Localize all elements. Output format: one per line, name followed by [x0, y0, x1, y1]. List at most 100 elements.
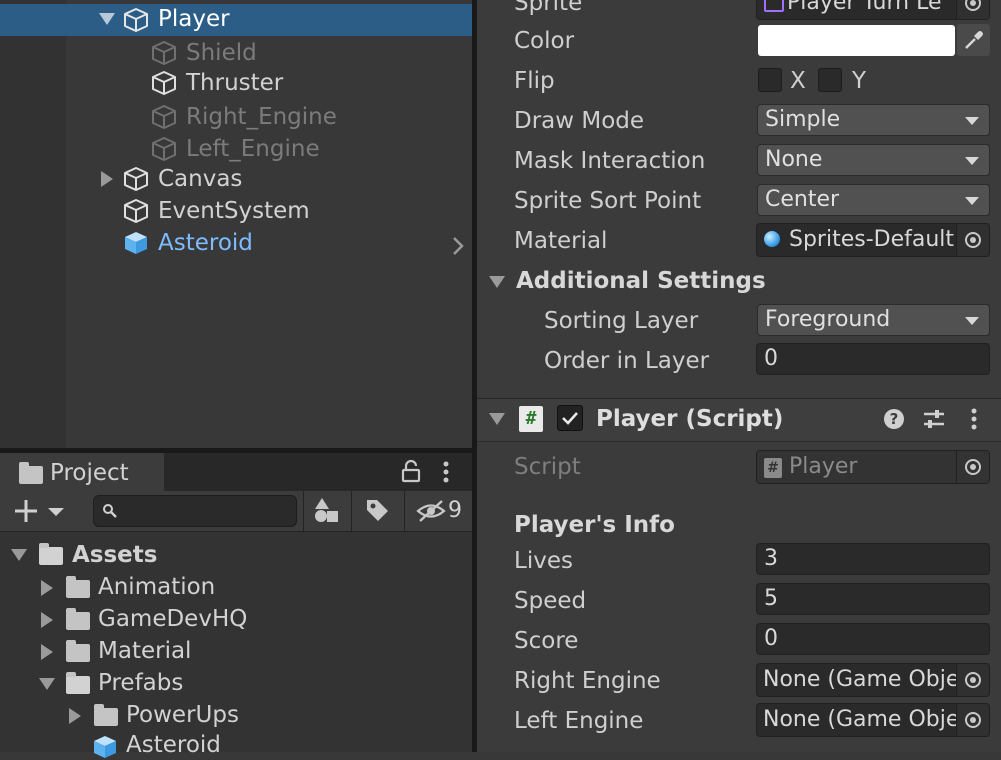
tree-item-asteroid[interactable]: Asteroid [126, 730, 221, 760]
left-engine-value: None (Game Obje [763, 707, 960, 732]
lives-label: Lives [514, 548, 573, 574]
presets-sliders-icon[interactable] [922, 407, 946, 431]
expand-arrow-icon[interactable] [39, 678, 55, 690]
object-picker-icon[interactable] [956, 224, 989, 256]
filter-by-type-icon[interactable] [312, 496, 340, 524]
flip-y-checkbox[interactable] [818, 68, 842, 92]
draw-mode-dropdown[interactable]: Simple [757, 104, 990, 136]
foldout-arrow-icon[interactable] [489, 413, 505, 425]
left-engine-label: Left Engine [514, 708, 644, 734]
component-title: Player (Script) [596, 406, 784, 432]
order-in-layer-input[interactable]: 0 [756, 343, 990, 375]
sprite-value: Player Turn Le [787, 0, 942, 15]
expand-arrow-icon[interactable] [41, 644, 53, 660]
speed-input[interactable]: 5 [756, 583, 990, 615]
kebab-menu-icon[interactable] [440, 460, 452, 484]
kebab-menu-icon[interactable] [968, 407, 980, 431]
script-value: Player [789, 454, 858, 479]
hidden-count: 9 [448, 498, 462, 523]
gameobject-cube-icon [124, 8, 148, 32]
script-hash-icon: # [519, 406, 543, 432]
gameobject-cube-icon [152, 137, 176, 161]
tree-item-gamedevhq[interactable]: GameDevHQ [98, 604, 247, 634]
material-field[interactable]: Sprites-Default [756, 223, 990, 257]
tree-item-prefabs[interactable]: Prefabs [98, 668, 183, 698]
draw-mode-value: Simple [765, 107, 841, 132]
additional-settings-header[interactable]: Additional Settings [516, 266, 766, 296]
sprite-sort-point-label: Sprite Sort Point [514, 188, 702, 214]
svg-text:?: ? [890, 410, 899, 428]
sprite-sort-point-dropdown[interactable]: Center [757, 184, 990, 216]
eye-hidden-icon[interactable] [416, 499, 446, 523]
expand-arrow-icon[interactable] [101, 171, 113, 187]
right-engine-field[interactable]: None (Game Obje [756, 663, 990, 697]
draw-mode-label: Draw Mode [514, 108, 645, 134]
flip-x-checkbox[interactable] [758, 68, 782, 92]
right-engine-label: Right Engine [514, 668, 661, 694]
eyedropper-icon [965, 31, 983, 49]
toolbar-separator [404, 491, 405, 531]
open-folder-icon [39, 543, 63, 565]
flip-label: Flip [514, 68, 555, 94]
score-label: Score [514, 628, 579, 654]
tree-item-powerups[interactable]: PowerUps [126, 700, 239, 730]
hierarchy-item-asteroid[interactable]: Asteroid [158, 228, 253, 258]
object-picker-icon[interactable] [956, 664, 989, 696]
hierarchy-item-player[interactable]: Player [158, 4, 230, 34]
material-label: Material [514, 228, 608, 254]
search-input[interactable] [93, 495, 297, 527]
sprite-label: Sprite [514, 0, 583, 16]
filter-by-label-icon[interactable] [364, 497, 390, 523]
hierarchy-item-eventsystem[interactable]: EventSystem [158, 196, 310, 226]
sprite-field[interactable]: Player Turn Le [756, 0, 990, 20]
script-hash-icon: # [764, 458, 782, 478]
color-swatch[interactable] [758, 25, 955, 56]
hierarchy-item-shield[interactable]: Shield [186, 38, 257, 68]
expand-arrow-icon[interactable] [99, 13, 115, 25]
order-in-layer-label: Order in Layer [544, 348, 710, 374]
sprite-asset-icon [764, 0, 784, 12]
expand-arrow-icon[interactable] [69, 708, 81, 724]
sorting-layer-value: Foreground [765, 307, 891, 332]
object-picker-icon [956, 451, 989, 483]
toolbar-separator [351, 491, 352, 531]
project-tab-label: Project [50, 460, 129, 486]
prefab-cube-icon [125, 232, 147, 254]
expand-arrow-icon[interactable] [11, 549, 27, 561]
dropdown-arrow-icon [965, 117, 979, 125]
material-value: Sprites-Default [789, 227, 955, 252]
flip-x-label: X [790, 68, 806, 94]
left-engine-field[interactable]: None (Game Obje [756, 703, 990, 737]
help-icon[interactable]: ? [883, 408, 905, 430]
hierarchy-item-right-engine[interactable]: Right_Engine [186, 102, 337, 132]
folder-icon [19, 462, 43, 484]
chevron-right-icon[interactable] [451, 236, 465, 256]
dropdown-arrow-icon [965, 197, 979, 205]
tree-item-assets[interactable]: Assets [72, 540, 157, 570]
score-input[interactable]: 0 [756, 623, 990, 655]
hierarchy-item-thruster[interactable]: Thruster [186, 68, 283, 98]
hierarchy-item-canvas[interactable]: Canvas [158, 164, 242, 194]
sorting-layer-dropdown[interactable]: Foreground [757, 304, 990, 336]
gameobject-cube-icon [152, 105, 176, 129]
foldout-arrow-icon[interactable] [489, 276, 505, 288]
dropdown-arrow-icon [965, 157, 979, 165]
prefab-cube-icon [94, 736, 116, 758]
sorting-layer-label: Sorting Layer [544, 308, 699, 334]
lock-icon[interactable] [400, 459, 422, 483]
add-plus-icon[interactable] [14, 499, 68, 523]
dropdown-arrow-icon [965, 317, 979, 325]
material-sphere-icon [764, 231, 780, 247]
hierarchy-item-left-engine[interactable]: Left_Engine [186, 134, 320, 164]
mask-interaction-dropdown[interactable]: None [757, 144, 990, 176]
gameobject-cube-icon [152, 71, 176, 95]
object-picker-icon[interactable] [956, 0, 989, 19]
tree-item-animation[interactable]: Animation [98, 572, 215, 602]
hierarchy-selected-row[interactable] [0, 4, 472, 36]
expand-arrow-icon[interactable] [41, 580, 53, 596]
lives-input[interactable]: 3 [756, 543, 990, 575]
tree-item-material[interactable]: Material [98, 636, 191, 666]
script-label: Script [514, 454, 581, 480]
object-picker-icon[interactable] [956, 704, 989, 736]
expand-arrow-icon[interactable] [41, 612, 53, 628]
